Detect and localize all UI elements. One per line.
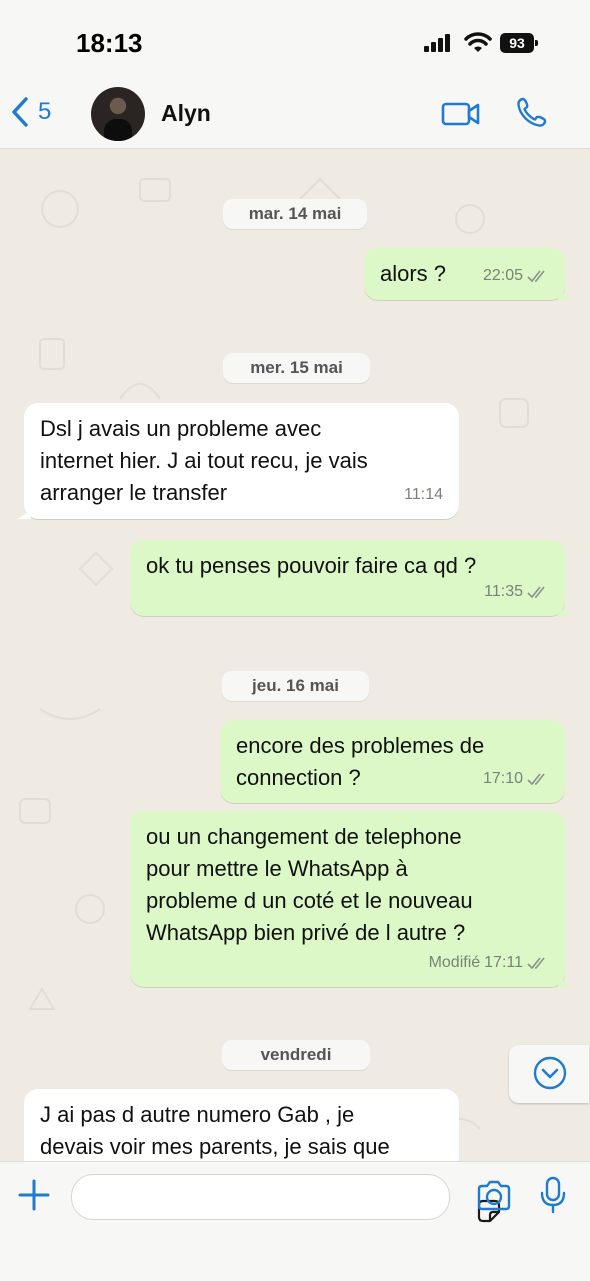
- double-check-icon: [527, 773, 545, 786]
- message-meta: 11:35: [484, 576, 549, 608]
- message-text: encore des problemes de connection ?: [236, 733, 485, 790]
- message-text: ou un changement de telephone pour mettr…: [146, 824, 473, 945]
- message-text: ok tu penses pouvoir faire ca qd ?: [146, 553, 477, 578]
- video-call-icon[interactable]: [441, 100, 481, 128]
- date-separator: jeu. 16 mai: [222, 671, 369, 701]
- edited-label: Modifié: [428, 954, 481, 971]
- back-chevron-icon: [12, 97, 28, 127]
- unread-count: 5: [38, 98, 52, 125]
- message-meta: 22:05: [483, 260, 549, 292]
- chat-wallpaper: [19, 177, 557, 1140]
- chat-header: 5 Alyn: [0, 80, 590, 149]
- message-bubble-incoming[interactable]: J ai pas d autre numero Gab , je devais …: [24, 1089, 459, 1161]
- message-meta: 17:10: [483, 763, 549, 795]
- message-text: alors ?: [380, 261, 447, 286]
- message-meta: 11:14: [404, 479, 443, 511]
- battery-indicator: 93: [500, 33, 538, 53]
- message-text: J ai pas d autre numero Gab , je devais …: [40, 1102, 390, 1159]
- message-bubble-outgoing[interactable]: ou un changement de telephone pour mettr…: [130, 811, 572, 987]
- back-button[interactable]: 5: [10, 92, 51, 132]
- message-time: 11:14: [404, 486, 443, 503]
- message-time: 17:10: [482, 770, 523, 787]
- date-separator: vendredi: [222, 1040, 370, 1070]
- status-bar: 18:13 93: [0, 0, 590, 80]
- message-meta: Modifié 17:11: [429, 947, 549, 979]
- scroll-down-button[interactable]: [509, 1045, 589, 1103]
- mic-icon[interactable]: [540, 1176, 566, 1214]
- scroll-down-icon: [533, 1056, 567, 1090]
- contact-name[interactable]: Alyn: [161, 100, 211, 127]
- message-time: 22:05: [482, 267, 523, 284]
- input-bar: [0, 1161, 590, 1281]
- message-bubble-outgoing[interactable]: ok tu penses pouvoir faire ca qd ? 11:35: [130, 540, 572, 616]
- camera-icon[interactable]: [476, 1180, 512, 1212]
- wifi-icon: [464, 32, 492, 52]
- chat-area[interactable]: mar. 14 mai alors ? 22:05 mer. 15 mai Ds…: [0, 149, 590, 1161]
- battery-level: 93: [500, 33, 534, 53]
- message-bubble-outgoing[interactable]: alors ? 22:05: [364, 248, 572, 300]
- double-check-icon: [527, 957, 545, 970]
- date-separator: mar. 14 mai: [223, 199, 367, 229]
- avatar[interactable]: [91, 87, 145, 141]
- phone-icon[interactable]: [516, 96, 548, 128]
- cellular-signal-icon: [424, 34, 450, 52]
- plus-icon[interactable]: [17, 1178, 51, 1212]
- date-separator: mer. 15 mai: [223, 353, 370, 383]
- double-check-icon: [527, 270, 545, 283]
- message-time: 17:11: [484, 954, 523, 971]
- double-check-icon: [527, 586, 545, 599]
- message-text: Dsl j avais un probleme avec internet hi…: [40, 416, 368, 505]
- message-input[interactable]: [71, 1174, 501, 1223]
- message-time: 11:35: [484, 583, 523, 600]
- message-bubble-incoming[interactable]: Dsl j avais un probleme avec internet hi…: [17, 403, 459, 519]
- message-bubble-outgoing[interactable]: encore des problemes de connection ? 17:…: [220, 720, 565, 803]
- status-time: 18:13: [76, 28, 143, 58]
